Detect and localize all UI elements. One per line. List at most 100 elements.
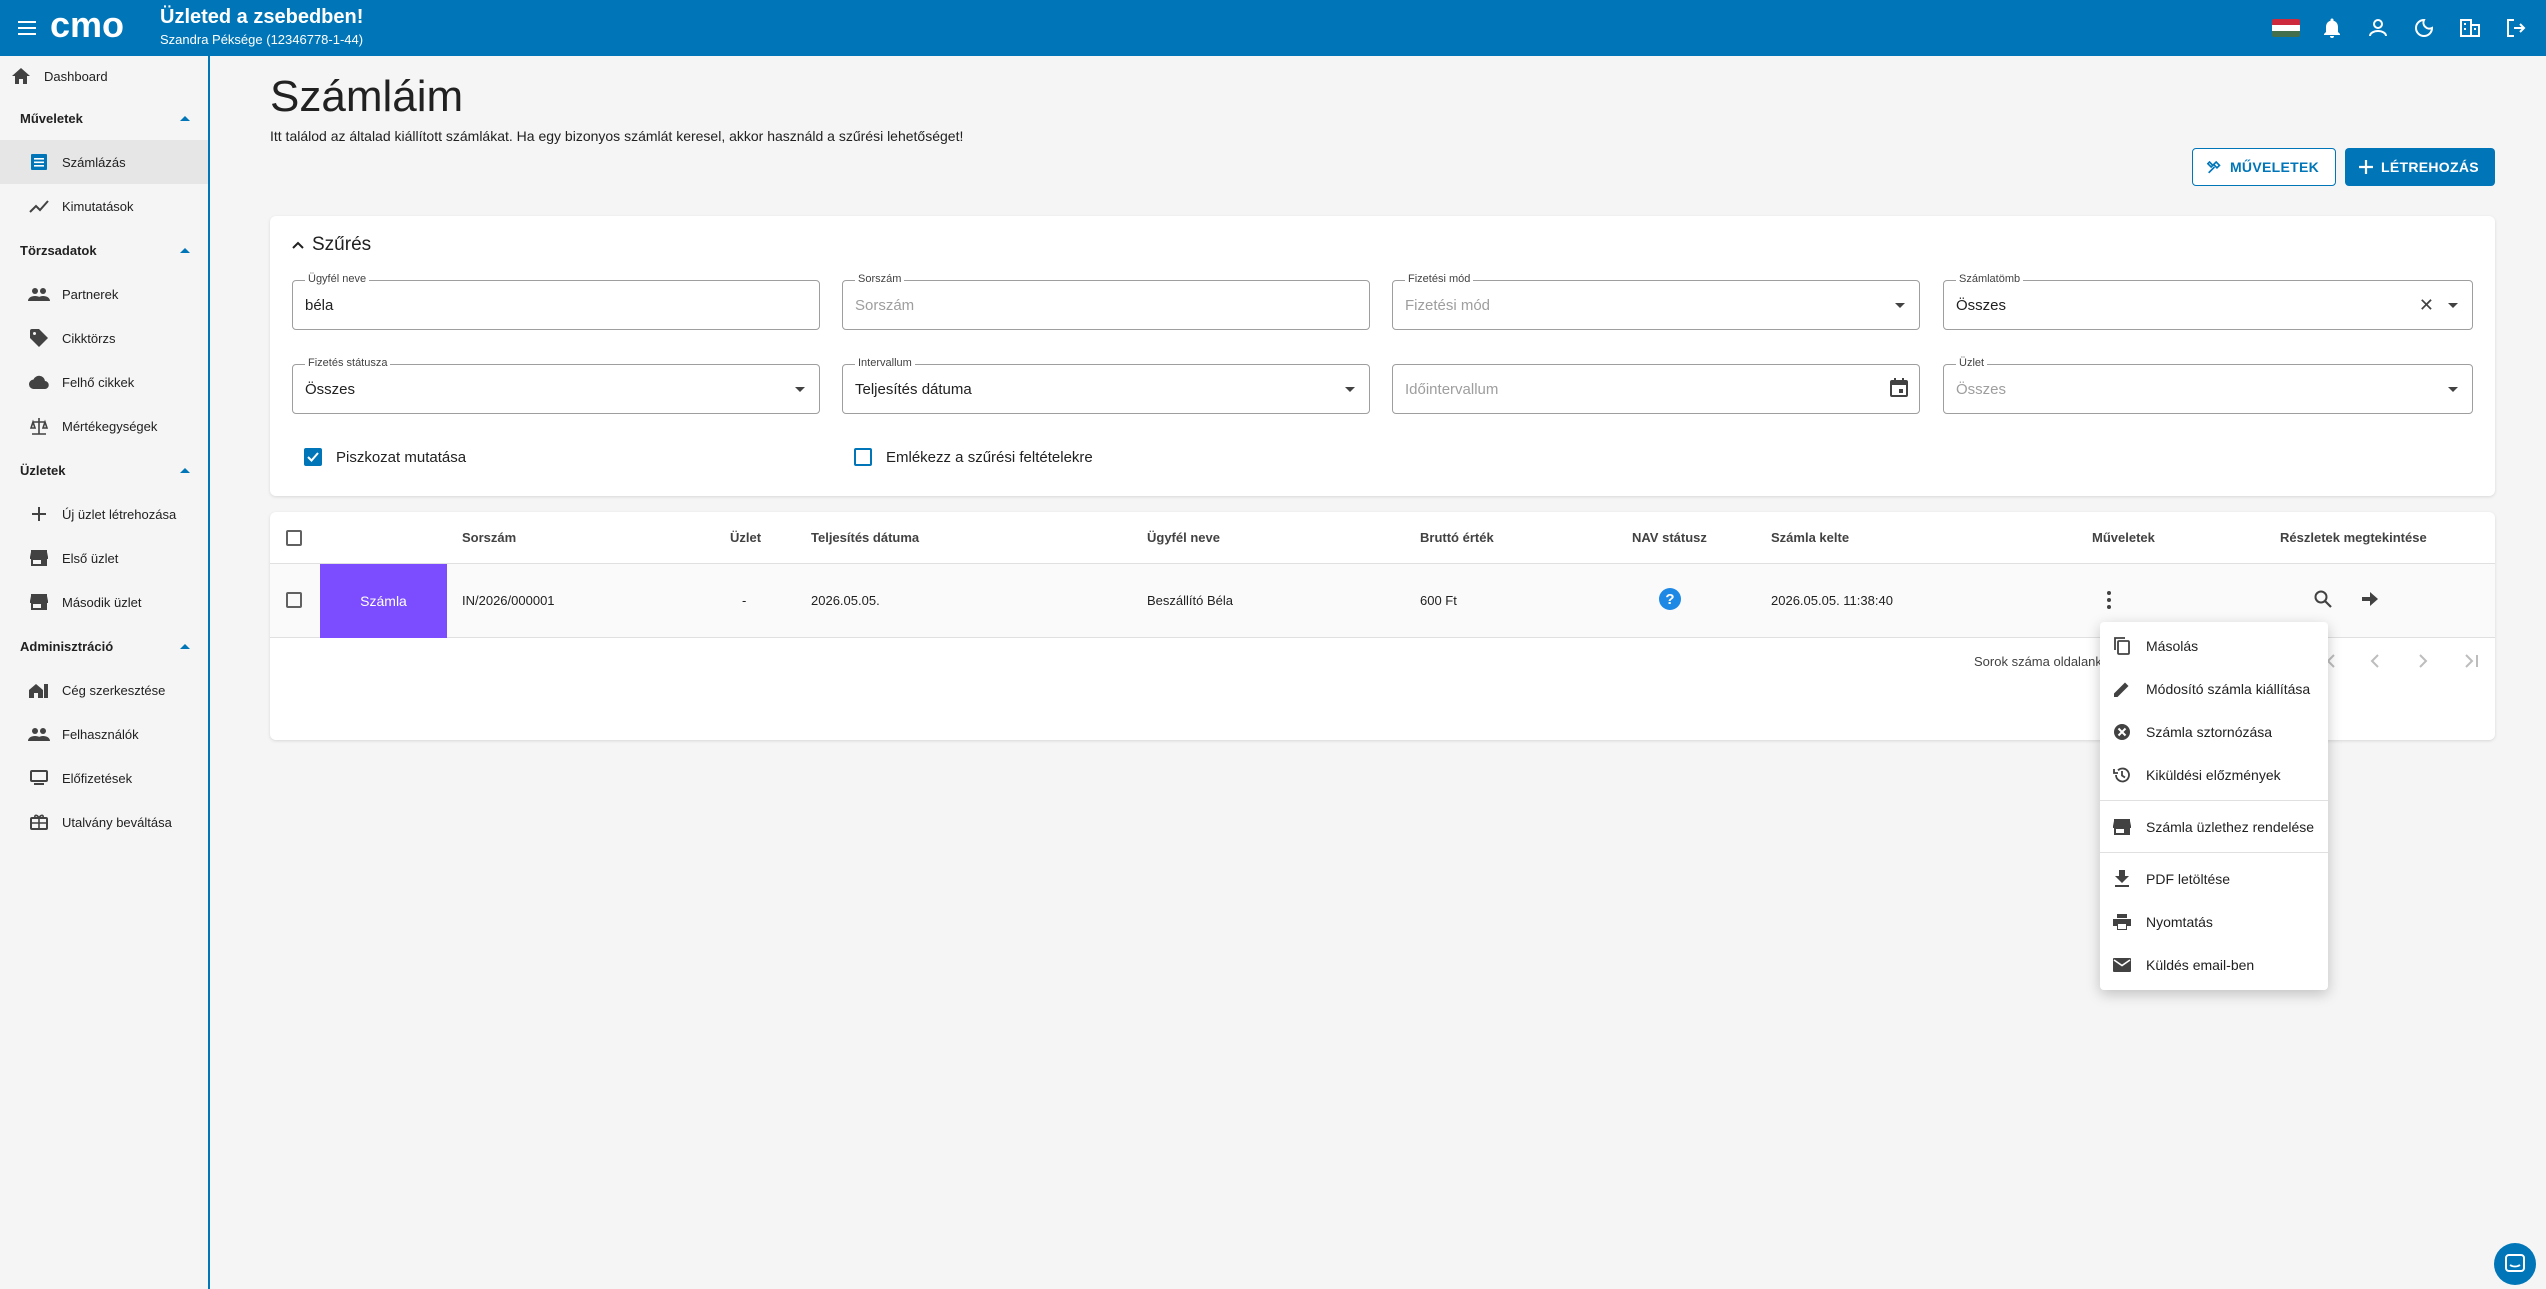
payment-method-select[interactable]: Fizetési mód Fizetési mód bbox=[1392, 273, 1920, 330]
search-icon[interactable] bbox=[2314, 590, 2332, 613]
more-vert-icon[interactable] bbox=[2106, 590, 2112, 615]
menu-item-print[interactable]: Nyomtatás bbox=[2100, 900, 2328, 943]
store-icon bbox=[28, 547, 50, 569]
filter-toggle[interactable]: Szűrés bbox=[292, 234, 371, 256]
last-page-icon[interactable] bbox=[2464, 654, 2478, 673]
create-button[interactable]: LÉTREHOZÁS bbox=[2345, 148, 2495, 186]
column-header-invoice-date[interactable]: Számla kelte bbox=[1771, 530, 1849, 545]
sidebar-section-master-data[interactable]: Törzsadatok bbox=[0, 228, 208, 272]
sidebar-item-units[interactable]: Mértékegységek bbox=[0, 404, 208, 448]
sidebar-item-reports[interactable]: Kimutatások bbox=[0, 184, 208, 228]
dropdown-arrow-icon bbox=[2448, 303, 2458, 308]
next-page-icon[interactable] bbox=[2418, 654, 2428, 673]
field-placeholder: Időintervallum bbox=[1405, 381, 1499, 398]
sidebar-item-label: Előfizetések bbox=[62, 770, 133, 786]
column-header-details: Részletek megtekintése bbox=[2280, 530, 2427, 545]
plus-icon bbox=[2359, 160, 2373, 174]
previous-page-icon[interactable] bbox=[2370, 654, 2380, 673]
hungarian-flag-icon[interactable] bbox=[2270, 12, 2302, 44]
chart-line-icon bbox=[28, 195, 50, 217]
time-interval-field[interactable]: Időintervallum bbox=[1392, 364, 1920, 414]
chevron-up-icon bbox=[180, 467, 190, 473]
column-header-actions: Műveletek bbox=[2092, 530, 2155, 545]
cmo-logo[interactable]: cmo bbox=[50, 4, 150, 45]
account-icon[interactable] bbox=[2362, 12, 2394, 44]
select-all-checkbox[interactable] bbox=[286, 530, 302, 546]
arrow-forward-icon[interactable] bbox=[2362, 592, 2378, 611]
sidebar-item-dashboard[interactable]: Dashboard bbox=[0, 56, 208, 96]
cell-customer: Beszállító Béla bbox=[1147, 593, 1233, 608]
page-title: Számláim bbox=[270, 72, 464, 121]
menu-item-download-pdf[interactable]: PDF letöltése bbox=[2100, 857, 2328, 900]
field-label: Számlatömb bbox=[1956, 273, 2024, 285]
field-placeholder: Fizetési mód bbox=[1405, 297, 1491, 314]
sidebar-section-admin[interactable]: Adminisztráció bbox=[0, 624, 208, 668]
sidebar-item-first-shop[interactable]: Első üzlet bbox=[0, 536, 208, 580]
shop-select[interactable]: Üzlet Összes bbox=[1943, 357, 2473, 414]
column-header-fulfillment-date[interactable]: Teljesítés dátuma bbox=[811, 530, 919, 545]
column-header-serial[interactable]: Sorszám bbox=[462, 530, 516, 545]
menu-icon[interactable] bbox=[14, 14, 42, 42]
sidebar-item-label: Partnerek bbox=[62, 286, 119, 302]
sidebar-item-voucher[interactable]: Utalvány beváltása bbox=[0, 800, 208, 844]
serial-field[interactable]: Sorszám Sorszám bbox=[842, 273, 1370, 330]
sidebar-section-shops[interactable]: Üzletek bbox=[0, 448, 208, 492]
sidebar-item-items[interactable]: Cikktörzs bbox=[0, 316, 208, 360]
clear-icon[interactable]: ✕ bbox=[2419, 295, 2434, 316]
field-value: Összes bbox=[305, 381, 356, 398]
cell-fulfillment-date: 2026.05.05. bbox=[811, 593, 880, 608]
checkbox-unchecked-icon bbox=[854, 448, 872, 466]
dark-mode-icon[interactable] bbox=[2408, 12, 2440, 44]
sidebar-item-company-edit[interactable]: Cég szerkesztése bbox=[0, 668, 208, 712]
people-icon bbox=[28, 723, 50, 745]
column-header-nav-status[interactable]: NAV státusz bbox=[1632, 530, 1707, 545]
sidebar-section-label: Adminisztráció bbox=[20, 638, 114, 654]
logout-icon[interactable] bbox=[2500, 12, 2532, 44]
sidebar-item-invoicing[interactable]: Számlázás bbox=[0, 140, 208, 184]
column-header-gross[interactable]: Bruttó érték bbox=[1420, 530, 1494, 545]
pencil-icon bbox=[2112, 679, 2132, 699]
sidebar-item-second-shop[interactable]: Második üzlet bbox=[0, 580, 208, 624]
sidebar-section-operations[interactable]: Műveletek bbox=[0, 96, 208, 140]
menu-item-assign-to-shop[interactable]: Számla üzlethez rendelése bbox=[2100, 805, 2328, 848]
interval-select[interactable]: Intervallum Teljesítés dátuma bbox=[842, 357, 1370, 414]
question-icon[interactable]: ? bbox=[1659, 588, 1681, 610]
remember-filters-checkbox[interactable]: Emlékezz a szűrési feltételekre bbox=[854, 448, 1093, 466]
sidebar-item-new-shop[interactable]: Új üzlet létrehozása bbox=[0, 492, 208, 536]
sidebar-section-label: Műveletek bbox=[20, 110, 83, 126]
sidebar-item-label: Cikktörzs bbox=[62, 330, 116, 346]
bell-icon[interactable] bbox=[2316, 12, 2348, 44]
chevron-up-icon bbox=[180, 115, 190, 121]
print-icon bbox=[2112, 912, 2132, 932]
sidebar-item-partners[interactable]: Partnerek bbox=[0, 272, 208, 316]
column-header-shop[interactable]: Üzlet bbox=[730, 530, 761, 545]
show-drafts-checkbox[interactable]: Piszkozat mutatása bbox=[304, 448, 466, 466]
sidebar-item-label: Új üzlet létrehozása bbox=[62, 506, 177, 522]
payment-status-select[interactable]: Fizetés státusza Összes bbox=[292, 357, 820, 414]
menu-item-corrective-invoice[interactable]: Módosító számla kiállítása bbox=[2100, 667, 2328, 710]
company-icon[interactable] bbox=[2454, 12, 2486, 44]
menu-item-copy[interactable]: Másolás bbox=[2100, 624, 2328, 667]
field-value: béla bbox=[305, 297, 334, 314]
sidebar-item-users[interactable]: Felhasználók bbox=[0, 712, 208, 756]
column-header-customer[interactable]: Ügyfél neve bbox=[1147, 530, 1220, 545]
sidebar-item-cloud-items[interactable]: Felhő cikkek bbox=[0, 360, 208, 404]
customer-name-field[interactable]: Ügyfél neve béla bbox=[292, 273, 820, 330]
invoice-block-select[interactable]: Számlatömb Összes ✕ bbox=[1943, 273, 2473, 330]
calendar-icon[interactable] bbox=[1889, 378, 1909, 403]
sidebar-item-subscriptions[interactable]: Előfizetések bbox=[0, 756, 208, 800]
menu-item-sending-history[interactable]: Kiküldési előzmények bbox=[2100, 753, 2328, 796]
row-checkbox[interactable] bbox=[286, 592, 302, 608]
field-placeholder: Összes bbox=[1956, 381, 2007, 398]
dropdown-arrow-icon bbox=[1345, 387, 1355, 392]
chat-support-button[interactable] bbox=[2494, 1243, 2536, 1285]
tag-icon bbox=[28, 327, 50, 349]
cancel-icon bbox=[2112, 722, 2132, 742]
sidebar-item-label: Dashboard bbox=[44, 68, 108, 84]
actions-button[interactable]: MŰVELETEK bbox=[2192, 148, 2336, 186]
chat-icon bbox=[2505, 1254, 2525, 1272]
top-app-bar: cmo Üzleted a zsebedben! Szandra Péksége… bbox=[0, 0, 2546, 56]
menu-item-cancel-invoice[interactable]: Számla sztornózása bbox=[2100, 710, 2328, 753]
menu-item-send-email[interactable]: Küldés email-ben bbox=[2100, 943, 2328, 986]
filter-panel: Szűrés Ügyfél neve béla Sorszám Sorszám … bbox=[270, 216, 2495, 496]
